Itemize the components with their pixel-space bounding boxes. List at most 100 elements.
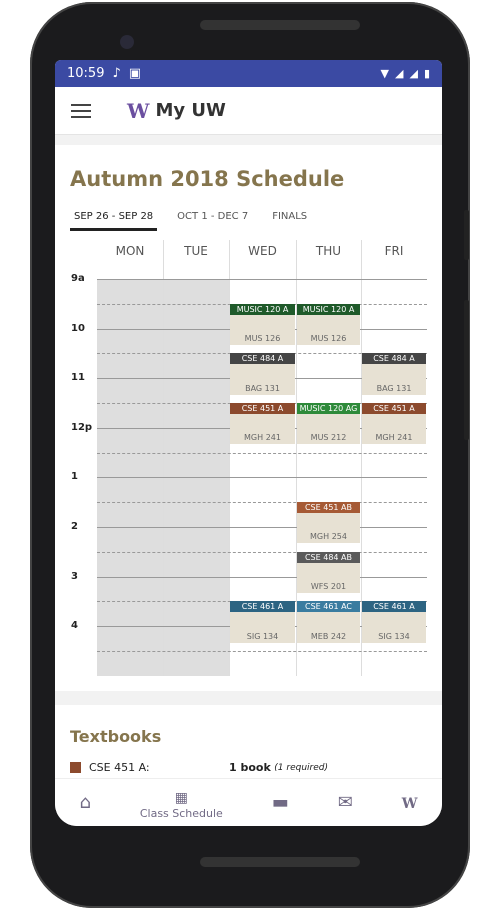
hour-label: 1 (71, 471, 78, 483)
day-header: MON (115, 244, 145, 258)
class-event[interactable]: CSE 451 A MGH 241 (230, 403, 295, 445)
class-event[interactable]: CSE 461 A SIG 134 (230, 601, 295, 643)
schedule-grid: MON TUE WED THU FRI 9a 10 11 12p 1 2 3 4 MUSIC 120 AM… (55, 240, 442, 680)
event-location: MEB 242 (310, 631, 347, 641)
event-course: CSE 451 A (230, 403, 295, 414)
class-event[interactable]: CSE 484 A BAG 131 (362, 353, 426, 395)
class-event[interactable]: CSE 484 AB WFS 201 (297, 551, 360, 593)
credit-card-icon: ▬ (271, 792, 289, 813)
speaker-bottom (200, 857, 360, 867)
half-hour-line (97, 551, 427, 553)
class-event[interactable]: MUSIC 120 A MUS 126 (230, 303, 295, 345)
speaker (200, 20, 360, 30)
app-title: My UW (155, 100, 226, 121)
volume-button (464, 300, 469, 440)
hour-label: 12p (71, 421, 93, 433)
hour-label: 3 (71, 570, 78, 582)
status-time: 10:59 (67, 66, 105, 81)
textbook-count: 1 book (229, 761, 271, 774)
uw-logo: W (127, 98, 150, 123)
tab-finals[interactable]: FINALS (268, 211, 311, 231)
event-location: MUS 126 (310, 333, 347, 343)
calendar-icon: ▦ (174, 789, 188, 806)
menu-icon[interactable] (71, 103, 91, 118)
half-hour-line (97, 502, 427, 504)
event-location: WFS 201 (310, 581, 347, 591)
event-course: CSE 461 A (362, 601, 426, 613)
event-location: MGH 241 (375, 433, 413, 443)
textbook-note: (1 required) (274, 762, 329, 773)
camera (120, 35, 134, 49)
wifi-icon: ▼ (380, 67, 389, 80)
event-course: CSE 451 A (362, 403, 426, 414)
event-location: MUS 126 (244, 333, 281, 343)
column-divider (163, 240, 164, 676)
hour-label: 10 (71, 322, 85, 334)
tab-week-2[interactable]: OCT 1 - DEC 7 (173, 211, 252, 231)
event-location: MGH 254 (310, 532, 347, 542)
event-location: BAG 131 (376, 383, 412, 393)
half-hour-line (97, 651, 427, 652)
uw-icon: W (401, 796, 418, 812)
half-hour-line (97, 452, 427, 454)
event-course: MUSIC 120 AG (297, 403, 360, 414)
signal-icon: ◢ (395, 67, 404, 80)
hour-line (97, 576, 427, 578)
hour-line (97, 527, 427, 528)
class-event[interactable]: CSE 461 A SIG 134 (362, 601, 426, 643)
class-event[interactable]: CSE 451 AB MGH 254 (297, 502, 360, 544)
day-header: WED (248, 244, 277, 258)
class-event[interactable]: CSE 461 AC MEB 242 (297, 601, 360, 643)
event-course: CSE 451 AB (297, 502, 360, 514)
class-event[interactable]: CSE 451 A MGH 241 (362, 403, 426, 445)
bottom-nav: ⌂ ▦ Class Schedule ▬ ✉ W (55, 778, 442, 826)
music-icon: ♪ (112, 66, 121, 81)
event-course: MUSIC 120 A (230, 303, 295, 315)
event-location: SIG 134 (378, 631, 410, 641)
course-color-swatch (70, 762, 81, 773)
nav-card[interactable]: ▬ (272, 792, 289, 813)
event-course: CSE 484 A (362, 353, 426, 365)
home-icon: ⌂ (79, 792, 91, 813)
app-bar: W My UW (55, 87, 442, 135)
week-tabs: SEP 26 - SEP 28 OCT 1 - DEC 7 FINALS (70, 211, 311, 231)
event-location: MUS 212 (310, 433, 347, 443)
schedule-card: Autumn 2018 Schedule SEP 26 - SEP 28 OCT… (55, 145, 442, 691)
hour-label: 2 (71, 521, 78, 532)
battery-icon: ▮ (423, 67, 430, 80)
event-location: BAG 131 (245, 383, 280, 393)
textbook-course: CSE 451 A: (89, 761, 150, 774)
signal-icon: ◢ (409, 67, 418, 80)
nav-class-schedule[interactable]: ▦ Class Schedule (140, 786, 223, 820)
event-course: MUSIC 120 A (297, 303, 360, 315)
event-location: MGH 241 (244, 433, 281, 443)
event-course: CSE 484 AB (297, 551, 360, 563)
hour-label: 4 (71, 620, 78, 632)
nav-uw[interactable]: W (402, 792, 418, 813)
event-course: CSE 461 AC (297, 601, 360, 613)
textbook-row[interactable]: CSE 451 A: 1 book (1 required) (70, 761, 430, 774)
hour-label: 11 (71, 372, 85, 384)
page-title: Autumn 2018 Schedule (70, 167, 345, 191)
event-course: CSE 461 A (230, 601, 295, 613)
hour-line (97, 477, 427, 479)
event-location: SIG 134 (246, 631, 279, 641)
textbooks-card: Textbooks CSE 451 A: 1 book (1 required) (55, 705, 442, 785)
image-icon: ▣ (128, 66, 142, 81)
nav-home[interactable]: ⌂ (79, 792, 90, 813)
hour-line (97, 279, 427, 280)
day-header: TUE (184, 244, 208, 258)
day-header: THU (315, 244, 342, 258)
hour-label: 9a (71, 273, 85, 284)
textbooks-title: Textbooks (70, 727, 162, 746)
class-event[interactable]: MUSIC 120 AG MUS 212 (297, 403, 360, 445)
screen: 10:59 ♪ ▣ ▼ ◢ ◢ ▮ W My UW Autumn 2018 Sched… (55, 60, 442, 826)
day-header: FRI (384, 244, 404, 258)
mail-icon: ✉ (337, 792, 353, 813)
status-bar: 10:59 ♪ ▣ ▼ ◢ ◢ ▮ (55, 60, 442, 87)
event-course: CSE 484 A (230, 353, 295, 365)
class-event[interactable]: CSE 484 A BAG 131 (230, 353, 295, 395)
nav-mail[interactable]: ✉ (338, 792, 353, 813)
class-event[interactable]: MUSIC 120 A MUS 126 (297, 303, 360, 345)
tab-week-1[interactable]: SEP 26 - SEP 28 (70, 211, 158, 231)
